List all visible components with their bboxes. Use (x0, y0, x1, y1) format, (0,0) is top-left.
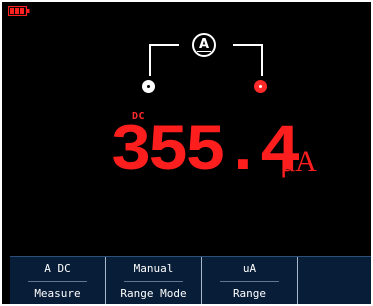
ammeter-symbol-icon: A (192, 33, 216, 57)
primary-reading: 355.4 (110, 114, 301, 189)
softkey-range-mode-label: Range Mode (120, 287, 187, 300)
probe-wire-amp (233, 44, 263, 76)
softkey-measure[interactable]: A DC Measure (10, 257, 106, 304)
softkey-divider (28, 281, 87, 282)
reading-unit: μA (280, 145, 317, 178)
softkey-range-label: Range (232, 287, 267, 300)
softkey-range-value: uA (242, 262, 257, 275)
meter-screen: A DC 355.4 μA A DC Measure Manual Range … (2, 2, 371, 304)
com-terminal-icon (142, 80, 155, 93)
softkey-bar: A DC Measure Manual Range Mode uA Range (10, 256, 371, 304)
softkey-measure-label: Measure (34, 287, 81, 300)
battery-low-icon (8, 6, 30, 16)
softkey-divider (220, 281, 279, 282)
amp-terminal-icon (254, 80, 267, 93)
softkey-range-mode-value: Manual (133, 262, 174, 275)
softkey-range-mode[interactable]: Manual Range Mode (106, 257, 202, 304)
probe-wire-com (149, 44, 179, 76)
softkey-divider (124, 281, 183, 282)
softkey-measure-value: A DC (44, 262, 71, 275)
softkey-range[interactable]: uA Range (202, 257, 298, 304)
